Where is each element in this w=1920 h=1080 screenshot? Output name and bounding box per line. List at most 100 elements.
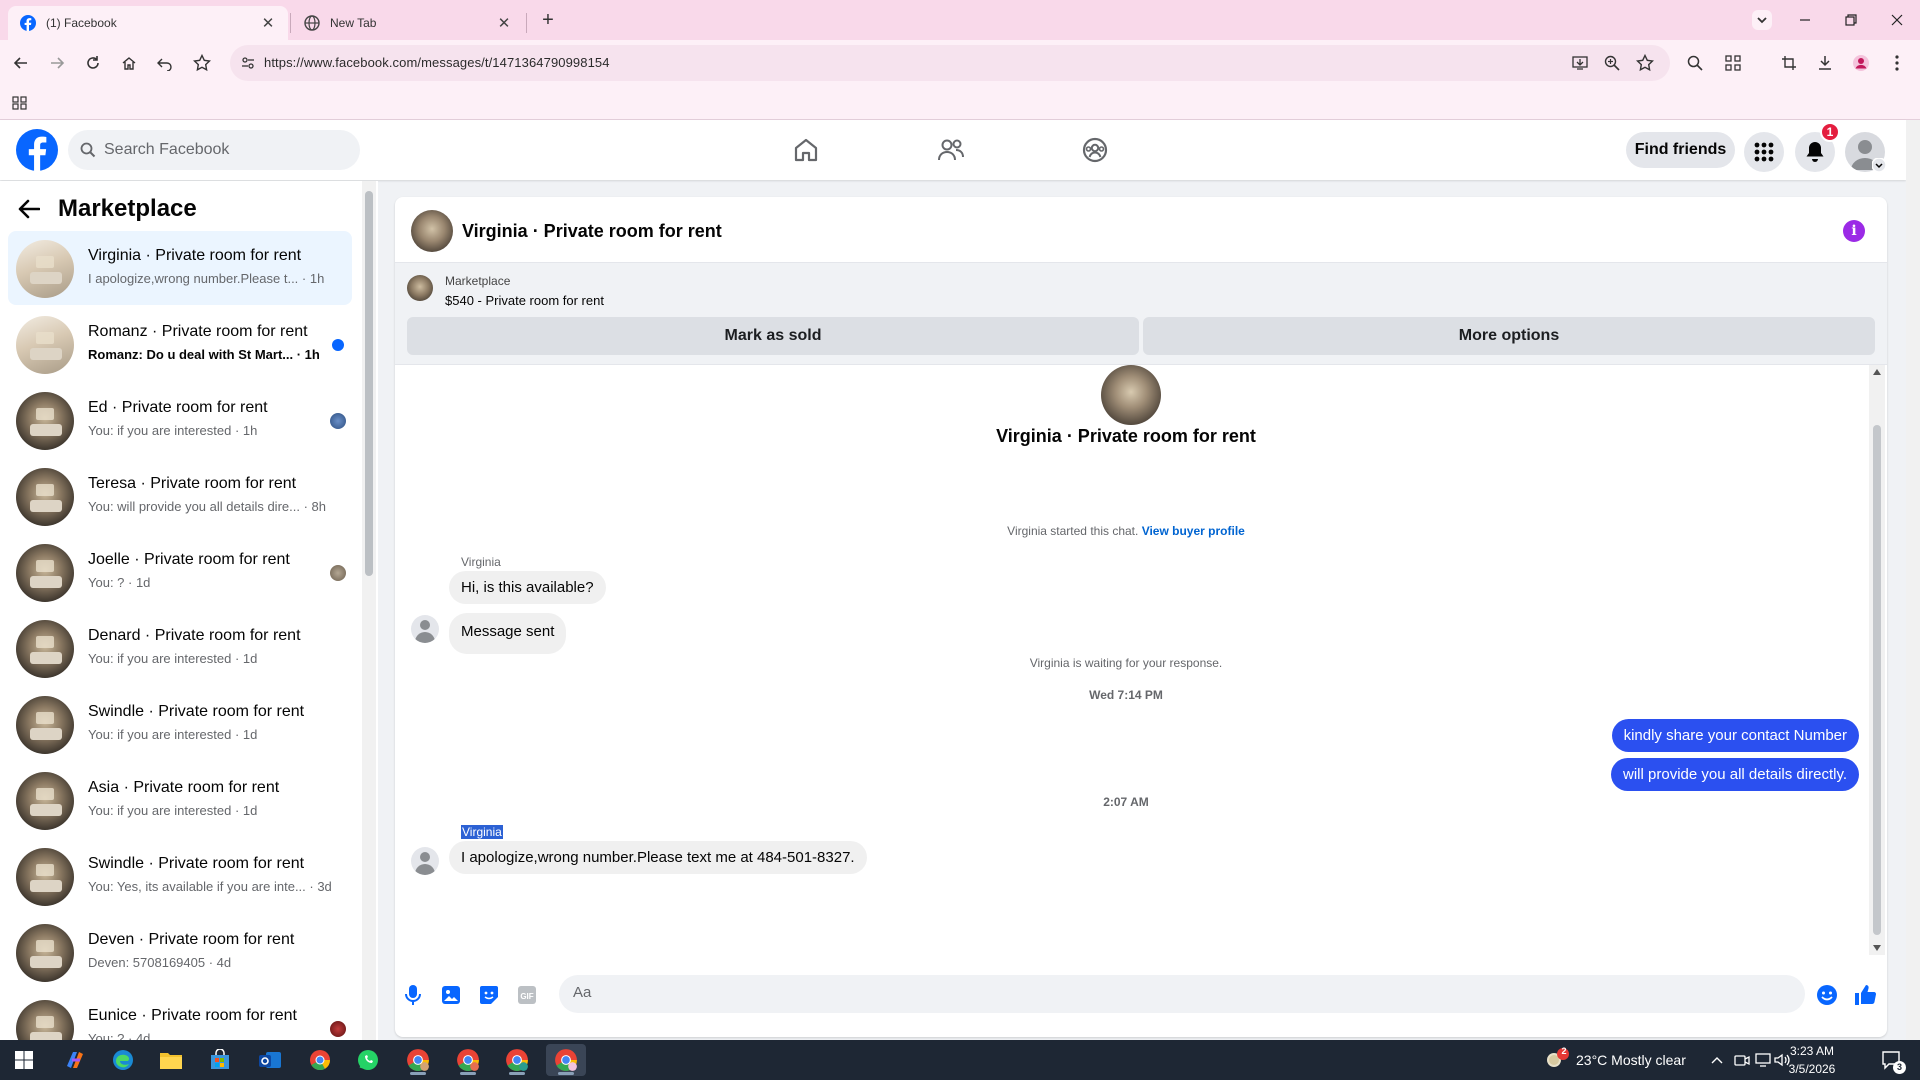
- conversation-item[interactable]: Romanz · Private room for rent Romanz: D…: [8, 307, 352, 381]
- tab-new-tab[interactable]: New Tab ✕: [292, 6, 524, 40]
- chat-title[interactable]: Virginia · Private room for rent: [462, 221, 722, 242]
- sender-avatar[interactable]: [411, 847, 439, 875]
- extensions-grid-icon[interactable]: [1718, 48, 1748, 78]
- restore-icon[interactable]: [1828, 0, 1874, 40]
- conversation-item[interactable]: Asia · Private room for rent You: if you…: [8, 763, 352, 837]
- listing-thumbnail[interactable]: [407, 275, 433, 301]
- search-input[interactable]: [104, 141, 334, 159]
- mark-as-sold-button[interactable]: Mark as sold: [407, 317, 1139, 355]
- address-bar[interactable]: https://www.facebook.com/messages/t/1471…: [230, 45, 1670, 81]
- site-info-icon[interactable]: [240, 55, 256, 71]
- network-icon[interactable]: [1754, 1051, 1772, 1069]
- chrome-profile-2-icon[interactable]: [448, 1044, 488, 1076]
- crop-icon[interactable]: [1774, 48, 1804, 78]
- star-icon[interactable]: [1636, 54, 1654, 72]
- close-tab-icon[interactable]: ✕: [260, 15, 276, 32]
- conversation-item[interactable]: Ed · Private room for rent You: if you a…: [8, 383, 352, 457]
- reload-icon[interactable]: [78, 48, 108, 78]
- scrollbar-thumb[interactable]: [365, 191, 373, 576]
- facebook-search[interactable]: [68, 130, 360, 170]
- microphone-icon[interactable]: [399, 981, 427, 1009]
- nav-groups-icon[interactable]: [1077, 132, 1113, 168]
- listing-price-title[interactable]: $540 - Private room for rent: [445, 293, 604, 308]
- message-input[interactable]: [573, 984, 1753, 1001]
- gif-icon[interactable]: GIF: [513, 981, 541, 1009]
- message-input-wrapper[interactable]: [559, 975, 1805, 1013]
- more-options-button[interactable]: More options: [1143, 317, 1875, 355]
- home-icon[interactable]: [114, 48, 144, 78]
- undo-icon[interactable]: [150, 48, 180, 78]
- close-window-icon[interactable]: [1874, 0, 1920, 40]
- chrome-profile-3-icon[interactable]: [497, 1044, 537, 1076]
- outlook-icon[interactable]: [250, 1044, 290, 1076]
- back-icon[interactable]: [6, 48, 36, 78]
- scrollbar-thumb[interactable]: [1873, 425, 1881, 935]
- sidebar-scrollbar[interactable]: [362, 181, 376, 1040]
- nav-home-icon[interactable]: [788, 132, 824, 168]
- incoming-message[interactable]: I apologize,wrong number.Please text me …: [449, 841, 867, 874]
- incoming-message[interactable]: Message sent: [449, 613, 567, 654]
- scroll-down-icon[interactable]: [1873, 945, 1881, 951]
- menu-button[interactable]: [1744, 132, 1784, 172]
- close-tab-icon[interactable]: ✕: [496, 15, 512, 32]
- chat-thumbnail[interactable]: [411, 210, 453, 252]
- url-text[interactable]: https://www.facebook.com/messages/t/1471…: [264, 55, 610, 70]
- outgoing-message[interactable]: kindly share your contact Number: [1611, 719, 1859, 752]
- apps-grid-icon[interactable]: [12, 95, 28, 111]
- tab-title: (1) Facebook: [46, 16, 117, 30]
- outgoing-message[interactable]: will provide you all details directly.: [1611, 758, 1859, 791]
- conversation-item[interactable]: Swindle · Private room for rent You: Yes…: [8, 839, 352, 913]
- install-app-icon[interactable]: [1572, 55, 1588, 71]
- chrome-icon[interactable]: [300, 1044, 340, 1076]
- sticker-icon[interactable]: [475, 981, 503, 1009]
- find-friends-button[interactable]: Find friends: [1626, 132, 1735, 168]
- tab-search-chevron-icon[interactable]: [1740, 0, 1784, 40]
- minimize-icon[interactable]: [1782, 0, 1828, 40]
- view-buyer-profile-link[interactable]: View buyer profile: [1142, 524, 1245, 538]
- edge-icon[interactable]: [103, 1044, 143, 1076]
- nav-friends-icon[interactable]: [933, 132, 969, 168]
- conversation-item[interactable]: Denard · Private room for rent You: if y…: [8, 611, 352, 685]
- weather-text[interactable]: 23°C Mostly clear: [1576, 1052, 1686, 1068]
- start-windows-icon[interactable]: [4, 1044, 44, 1076]
- copilot-icon[interactable]: [55, 1044, 95, 1076]
- bookmark-star-icon[interactable]: [187, 48, 217, 78]
- incoming-message[interactable]: Hi, is this available?: [449, 571, 606, 604]
- download-icon[interactable]: [1810, 48, 1840, 78]
- conversation-snippet: You: if you are interested · 1h: [88, 423, 258, 438]
- scroll-up-icon[interactable]: [1873, 369, 1881, 375]
- tray-chevron-up-icon[interactable]: [1708, 1051, 1726, 1069]
- conversation-item[interactable]: Teresa · Private room for rent You: will…: [8, 459, 352, 533]
- conversation-item[interactable]: Deven · Private room for rent Deven: 570…: [8, 915, 352, 989]
- page-scrollbar[interactable]: [1906, 120, 1920, 1040]
- search-icon[interactable]: [1680, 48, 1710, 78]
- menu-dots-icon[interactable]: [1882, 48, 1912, 78]
- conversation-item[interactable]: Eunice · Private room for rent You: ? · …: [8, 991, 352, 1040]
- chat-started-notice: Virginia started this chat. View buyer p…: [395, 524, 1857, 538]
- photo-icon[interactable]: [437, 981, 465, 1009]
- camera-icon[interactable]: [1733, 1051, 1751, 1069]
- whatsapp-icon[interactable]: [348, 1044, 388, 1076]
- profile-icon[interactable]: [1846, 48, 1876, 78]
- like-thumb-icon[interactable]: [1851, 981, 1879, 1009]
- emoji-icon[interactable]: [1813, 981, 1841, 1009]
- file-explorer-icon[interactable]: [151, 1044, 191, 1076]
- clock-date[interactable]: 3/5/2026: [1777, 1062, 1847, 1076]
- tab-facebook[interactable]: (1) Facebook ✕: [8, 6, 288, 40]
- chrome-profile-4-icon[interactable]: [546, 1044, 586, 1076]
- forward-icon[interactable]: [42, 48, 72, 78]
- store-icon[interactable]: [200, 1044, 240, 1076]
- zoom-icon[interactable]: [1604, 55, 1620, 71]
- new-tab-plus-icon[interactable]: +: [526, 0, 570, 40]
- facebook-logo-icon[interactable]: [16, 129, 58, 171]
- conversation-item[interactable]: Virginia · Private room for rent I apolo…: [8, 231, 352, 305]
- sender-avatar[interactable]: [411, 615, 439, 643]
- chat-scrollbar[interactable]: [1869, 365, 1885, 955]
- clock-time[interactable]: 3:23 AM: [1777, 1044, 1847, 1058]
- conversation-item[interactable]: Joelle · Private room for rent You: ? · …: [8, 535, 352, 609]
- info-icon[interactable]: i: [1843, 220, 1865, 242]
- conversation-item[interactable]: Swindle · Private room for rent You: if …: [8, 687, 352, 761]
- back-arrow-icon[interactable]: [18, 199, 40, 219]
- chrome-profile-1-icon[interactable]: [398, 1044, 438, 1076]
- account-chevron-icon[interactable]: [1872, 158, 1886, 172]
